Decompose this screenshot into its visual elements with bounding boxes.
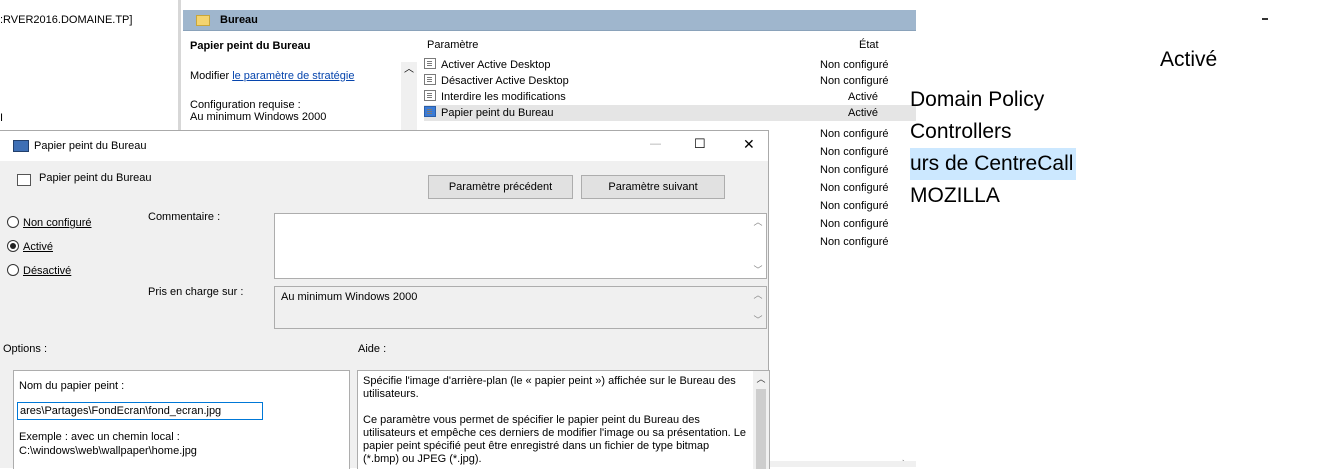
folder-header-title: Bureau [220,14,258,26]
dialog-titlebar[interactable]: Papier peint du Bureau — ☐ ✕ [0,131,768,161]
policy-icon [424,74,436,85]
policy-icon [424,90,436,101]
scroll-up-icon[interactable]: ︿ [401,62,417,78]
extra-state-column: Non configuré Non configuré Non configur… [820,128,916,248]
radio-circle-icon [7,264,19,276]
wallpaper-path-input[interactable] [17,402,263,420]
dialog-app-icon [13,140,29,152]
policy-row[interactable]: Désactiver Active Desktop Non configuré [424,73,916,89]
zoomed-state-label: Activé [1160,48,1218,71]
description-edit: Modifier le paramètre de stratégie [190,70,354,82]
help-paragraph-2: Ce paramètre vous permet de spécifier le… [363,414,747,465]
tree-stub: I [0,112,4,124]
policy-state: Non configuré [820,164,889,176]
edit-policy-link[interactable]: le paramètre de stratégie [232,70,354,82]
policy-name: Activer Active Desktop [441,59,551,71]
gpo-list: Domain Policy Controllers urs de CentreC… [910,84,1077,212]
comment-scrollbar[interactable]: ︿ ﹀ [750,214,766,278]
maximize-button[interactable]: ☐ [694,136,706,152]
gpo-item[interactable]: MOZILLA [910,180,1076,212]
dialog-title: Papier peint du Bureau [34,140,147,152]
policy-state: Non configuré [820,146,889,158]
policy-state: Non configuré [820,182,889,194]
supported-value: Au minimum Windows 2000 [281,291,418,303]
policy-row-selected[interactable]: Papier peint du Bureau Activé [424,105,916,121]
radio-label: Désactivé [23,265,72,277]
wallpaper-label: Nom du papier peint : [19,380,125,392]
help-paragraph-1: Spécifie l'image d'arrière-plan (le « pa… [363,375,736,400]
folder-header-bar [183,10,916,31]
options-panel: Nom du papier peint : Exemple : avec un … [13,370,350,469]
policy-state: Activé [848,107,878,119]
radio-selected-icon [7,240,19,252]
help-label: Aide : [358,343,387,355]
description-scrollbar[interactable]: ︿ [401,62,417,130]
column-header-parameter[interactable]: Paramètre [427,39,478,51]
policy-state: Non configuré [820,128,889,140]
help-scroll-thumb[interactable] [756,389,766,469]
zoom-dash [1262,18,1268,20]
gpo-item[interactable]: Domain Policy [910,84,1076,116]
pane-splitter [178,0,181,130]
scroll-up-icon[interactable]: ︿ [753,371,769,387]
description-edit-prefix: Modifier [190,70,233,82]
policy-icon [424,106,436,117]
options-label: Options : [3,343,48,355]
setting-icon [17,174,31,186]
column-header-state[interactable]: État [859,39,879,51]
policy-state: Non configuré [820,236,889,248]
description-requirement-value: Au minimum Windows 2000 [190,111,327,123]
policy-name: Papier peint du Bureau [441,107,554,119]
setting-name: Papier peint du Bureau [39,172,152,184]
radio-disabled[interactable]: Désactivé [7,264,71,277]
policy-state: Non configuré [820,200,889,212]
gpo-item-selected[interactable]: urs de CentreCall [910,148,1077,180]
description-requirement-label: Configuration requise : [190,99,301,111]
previous-setting-button[interactable]: Paramètre précédent [428,175,573,199]
policy-icon [424,58,436,69]
radio-label: Non configuré [23,217,92,229]
policy-state: Activé [848,91,878,103]
close-button[interactable]: ✕ [743,136,755,153]
help-panel: Spécifie l'image d'arrière-plan (le « pa… [357,370,770,469]
next-setting-button[interactable]: Paramètre suivant [581,175,725,199]
supported-label: Pris en charge sur : [148,286,244,298]
radio-not-configured[interactable]: Non configuré [7,216,92,229]
comment-textarea[interactable]: ︿ ﹀ [274,213,767,279]
policy-name: Interdire les modifications [441,91,566,103]
radio-label: Activé [23,241,53,253]
policy-row[interactable]: Interdire les modifications Activé [424,89,916,105]
help-scrollbar[interactable]: ︿ [753,371,769,469]
scroll-up-icon[interactable]: ︿ [750,287,766,303]
radio-circle-icon [7,216,19,228]
policy-dialog: Papier peint du Bureau — ☐ ✕ Papier pein… [0,130,770,469]
policy-state: Non configuré [820,218,889,230]
server-label: :RVER2016.DOMAINE.TP] [0,14,133,26]
supported-box: Au minimum Windows 2000 ︿ ﹀ [274,286,767,329]
policy-state: Non configuré [820,59,889,71]
supported-scrollbar[interactable]: ︿ ﹀ [750,287,766,328]
radio-enabled[interactable]: Activé [7,240,53,253]
description-title: Papier peint du Bureau [190,40,311,52]
minimize-button[interactable]: — [650,138,661,150]
policy-name: Désactiver Active Desktop [441,75,569,87]
policy-state: Non configuré [820,75,889,87]
policy-list: Activer Active Desktop Non configuré Dés… [424,57,916,129]
comment-label: Commentaire : [148,211,221,223]
scroll-down-icon[interactable]: ﹀ [750,312,766,328]
gpo-item[interactable]: Controllers [910,116,1076,148]
scroll-down-icon[interactable]: ﹀ [750,262,766,278]
bottom-scroll-track [768,461,916,467]
example-label: Exemple : avec un chemin local : [19,431,180,443]
scroll-up-icon[interactable]: ︿ [750,214,766,230]
policy-row[interactable]: Activer Active Desktop Non configuré [424,57,916,73]
folder-icon [196,15,210,26]
example-value: C:\windows\web\wallpaper\home.jpg [19,445,197,457]
